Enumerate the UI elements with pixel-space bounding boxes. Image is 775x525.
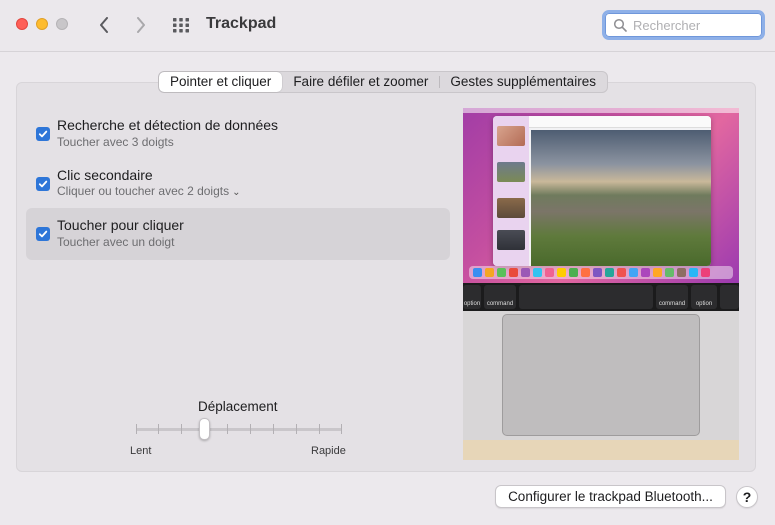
search-field[interactable] [602,10,765,40]
tracking-speed-label: Déplacement [198,399,278,414]
preview-key [720,285,739,309]
checkmark-icon [38,230,48,238]
option-subtitle: Toucher avec un doigt [57,235,175,249]
gesture-preview-image: option command command option [463,108,739,460]
slider-max-label: Rapide [311,445,346,457]
tab-pointer-et-cliquer[interactable]: Pointer et cliquer [159,72,283,92]
preview-app-window [493,116,711,266]
preview-keyboard: option command command option [463,283,739,311]
checkmark-icon [38,130,48,138]
preview-menubar [463,108,739,113]
slider-tick [250,424,251,434]
toucher-pour-cliquer-checkbox[interactable] [36,227,50,241]
slider-tick [319,424,320,434]
configure-bluetooth-trackpad-button[interactable]: Configurer le trackpad Bluetooth... [495,485,726,508]
preview-key: option [691,285,717,309]
checkmark-icon [38,180,48,188]
dropdown-value: Cliquer ou toucher avec 2 doigts [57,184,230,198]
show-all-button[interactable] [171,15,191,35]
search-icon [613,18,627,32]
option-title: Recherche et détection de données [57,117,279,133]
help-button[interactable]: ? [736,486,758,508]
option-recherche-detection[interactable]: Recherche et détection de données Touche… [26,109,450,161]
back-button[interactable] [93,13,115,37]
slider-tick [296,424,297,434]
slider-tick [158,424,159,434]
preview-dock [469,266,733,279]
option-title: Toucher pour cliquer [57,217,184,233]
slider-tick [273,424,274,434]
search-input[interactable] [633,16,758,34]
tracking-speed-slider[interactable] [136,428,342,431]
chevron-left-icon [100,17,108,33]
zoom-window-button[interactable] [56,18,68,30]
tab-faire-defiler-et-zoomer[interactable]: Faire défiler et zoomer [282,72,439,92]
preview-toolbar [529,116,711,128]
preview-key: command [656,285,688,309]
preview-screen [463,108,739,283]
slider-tick [227,424,228,434]
grid-icon [173,18,189,33]
preview-desk [463,440,739,460]
option-title: Clic secondaire [57,167,153,183]
option-toucher-pour-cliquer[interactable]: Toucher pour cliquer Toucher avec un doi… [26,208,450,260]
title-bar: Trackpad [0,0,775,52]
preview-thumbnail [497,198,525,218]
option-subtitle: Toucher avec 3 doigts [57,135,174,149]
window-title: Trackpad [206,15,277,32]
chevron-down-icon: ⌄ [232,187,241,198]
clic-secondaire-dropdown[interactable]: Cliquer ou toucher avec 2 doigts ⌄ [57,184,241,198]
close-window-button[interactable] [16,18,28,30]
preview-thumbnail [497,162,525,182]
preview-key: option [463,285,481,309]
option-clic-secondaire[interactable]: Clic secondaire Cliquer ou toucher avec … [26,158,450,210]
slider-tick [181,424,182,434]
preview-sidebar [493,116,529,266]
preview-spacebar [519,285,653,309]
tab-gestes-supplementaires[interactable]: Gestes supplémentaires [439,72,607,92]
minimize-window-button[interactable] [36,18,48,30]
preview-thumbnail [497,126,525,146]
slider-tick [136,424,137,434]
preview-landscape-photo [531,130,711,266]
tab-bar: Pointer et cliquer Faire défiler et zoom… [158,71,608,93]
preview-trackpad [502,314,700,436]
preview-thumbnail [497,230,525,250]
slider-thumb[interactable] [199,418,210,440]
slider-min-label: Lent [130,445,152,457]
recherche-detection-checkbox[interactable] [36,127,50,141]
preview-key: command [484,285,516,309]
chevron-right-icon [137,17,145,33]
slider-tick [341,424,342,434]
forward-button[interactable] [130,13,152,37]
clic-secondaire-checkbox[interactable] [36,177,50,191]
